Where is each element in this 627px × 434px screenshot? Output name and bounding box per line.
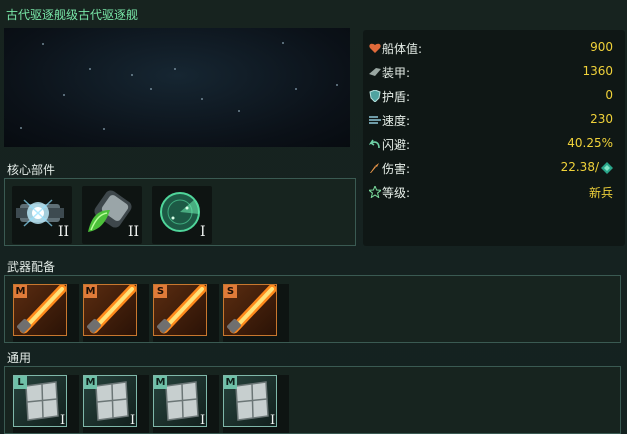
core-slot-2[interactable]: II bbox=[82, 186, 142, 244]
core-section-title: 核心部件 bbox=[7, 163, 56, 177]
radar-icon bbox=[154, 188, 206, 238]
ship-info-panel: 古代驱逐舰级古代驱逐舰 船体值: 900 装甲: 1360 护盾: 0 速度: … bbox=[0, 0, 627, 434]
resource-gem-icon bbox=[601, 162, 613, 174]
general-slot-3[interactable]: M I bbox=[153, 375, 219, 433]
stat-shield: 护盾: 0 bbox=[369, 87, 613, 105]
stat-evade: 闪避: 40.25% bbox=[369, 135, 613, 153]
size-badge: M bbox=[154, 376, 167, 389]
star-dot bbox=[150, 88, 152, 90]
general-slot-2[interactable]: M I bbox=[83, 375, 149, 433]
general-section: L I M I M I M I bbox=[4, 366, 621, 434]
star-dot bbox=[20, 127, 22, 129]
shield-icon bbox=[369, 90, 381, 102]
stat-armor: 装甲: 1360 bbox=[369, 63, 613, 81]
armor-icon bbox=[369, 68, 381, 76]
size-badge: M bbox=[84, 285, 97, 298]
star-dot bbox=[42, 43, 44, 45]
star-dot bbox=[131, 74, 133, 76]
weapon-slot-1[interactable]: M bbox=[13, 284, 79, 342]
star-dot bbox=[89, 68, 91, 70]
weapons-section-title: 武器配备 bbox=[7, 260, 56, 274]
size-badge: S bbox=[154, 285, 167, 298]
star-dot bbox=[238, 110, 240, 112]
ship-stats: 船体值: 900 装甲: 1360 护盾: 0 速度: 230 闪避: 40.2… bbox=[363, 30, 625, 246]
stat-hull: 船体值: 900 bbox=[369, 39, 613, 57]
heart-icon bbox=[369, 43, 381, 53]
size-badge: M bbox=[14, 285, 27, 298]
weapons-section: M M S S bbox=[4, 275, 621, 343]
size-badge: M bbox=[224, 376, 237, 389]
size-badge: S bbox=[224, 285, 237, 298]
evade-icon bbox=[369, 139, 380, 149]
general-slot-4[interactable]: M I bbox=[223, 375, 289, 433]
ship-title: 古代驱逐舰级古代驱逐舰 bbox=[6, 8, 139, 22]
star-dot bbox=[201, 98, 203, 100]
star-dot bbox=[295, 88, 297, 90]
speed-icon bbox=[369, 116, 381, 124]
star-dot bbox=[336, 84, 338, 86]
star-dot bbox=[174, 68, 176, 70]
star-dot bbox=[282, 42, 284, 44]
star-dot bbox=[63, 94, 65, 96]
general-section-title: 通用 bbox=[7, 351, 32, 365]
ship-preview bbox=[4, 28, 350, 147]
stat-damage: 伤害: 22.38/ bbox=[369, 159, 613, 177]
core-slot-3[interactable]: I bbox=[152, 186, 212, 244]
star-icon bbox=[369, 186, 381, 198]
core-slot-1[interactable]: II bbox=[12, 186, 72, 244]
stat-rank: 等级: 新兵 bbox=[369, 183, 613, 201]
general-slot-1[interactable]: L I bbox=[13, 375, 79, 433]
core-section: II II I bbox=[4, 178, 356, 246]
weapon-slot-2[interactable]: M bbox=[83, 284, 149, 342]
weapon-slot-4[interactable]: S bbox=[223, 284, 289, 342]
size-badge: L bbox=[14, 376, 27, 389]
size-badge: M bbox=[84, 376, 97, 389]
weapon-slot-3[interactable]: S bbox=[153, 284, 219, 342]
damage-icon bbox=[370, 163, 379, 173]
star-dot bbox=[103, 128, 105, 130]
stat-speed: 速度: 230 bbox=[369, 111, 613, 129]
